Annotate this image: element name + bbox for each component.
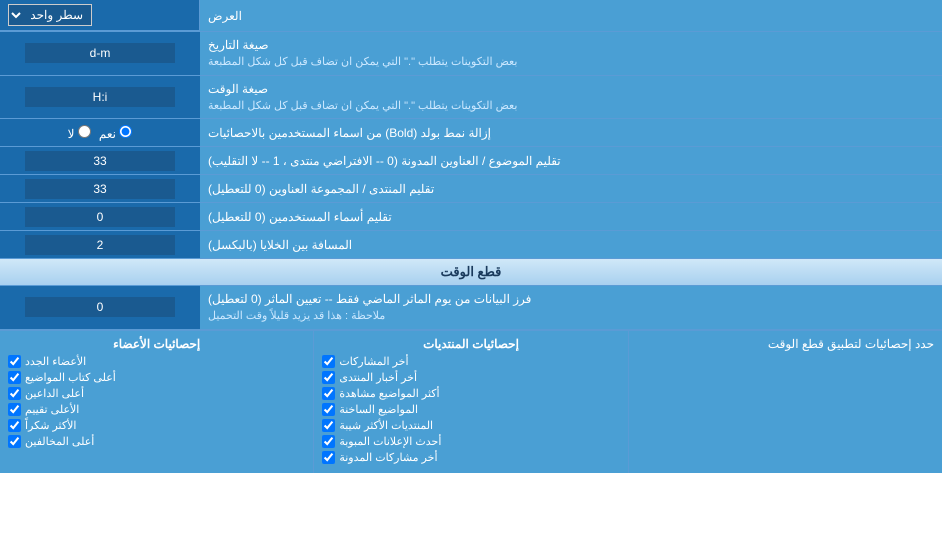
- dropdown-cell[interactable]: سطر واحدسطرانثلاثة أسطر: [0, 0, 200, 31]
- users-label: تقليم أسماء المستخدمين (0 للتعطيل): [200, 203, 942, 230]
- distance-label-text: المسافة بين الخلايا (بالبكسل): [208, 238, 352, 252]
- cutoff-label: فرز البيانات من يوم الماثر الماضي فقط --…: [200, 286, 942, 329]
- topics-label-text: تقليم الموضوع / العناوين المدونة (0 -- ا…: [208, 154, 561, 168]
- posts-header: إحصائيات المنتديات: [322, 337, 619, 351]
- bold-label: إزالة نمط بولد (Bold) من اسماء المستخدمي…: [200, 119, 942, 146]
- users-row: تقليم أسماء المستخدمين (0 للتعطيل): [0, 203, 942, 231]
- cutoff-input-cell: [0, 286, 200, 329]
- date-format-input-cell: [0, 32, 200, 75]
- checkbox-classifieds-input[interactable]: [322, 435, 335, 448]
- page-title: العرض: [208, 9, 242, 23]
- bold-row: إزالة نمط بولد (Bold) من اسماء المستخدمي…: [0, 119, 942, 147]
- stats-members-panel: إحصائيات الأعضاء الأعضاء الجدد أعلى كتاب…: [0, 331, 313, 473]
- time-format-subtitle: بعض التكوينات يتطلب "." التي يمكن ان تضا…: [208, 98, 517, 115]
- title-row: العرض سطر واحدسطرانثلاثة أسطر: [0, 0, 942, 32]
- date-format-row: صيغة التاريخ بعض التكوينات يتطلب "." الت…: [0, 32, 942, 76]
- checkbox-new-members-input[interactable]: [8, 355, 21, 368]
- stats-section: حدد إحصائيات لتطبيق قطع الوقت إحصائيات ا…: [0, 330, 942, 473]
- checkbox-hot-topics: المواضيع الساخنة: [322, 403, 619, 416]
- bold-radio-yes-label: نعم: [99, 125, 132, 141]
- cutoff-sublabel-text: ملاحظة : هذا قد يزيد قليلاً وقت التحميل: [208, 308, 385, 325]
- distance-row: المسافة بين الخلايا (بالبكسل): [0, 231, 942, 259]
- date-format-input[interactable]: [25, 43, 175, 63]
- forum-input[interactable]: [25, 179, 175, 199]
- bold-radio-yes[interactable]: [119, 125, 132, 138]
- time-format-label: صيغة الوقت بعض التكوينات يتطلب "." التي …: [200, 76, 942, 119]
- stats-posts-panel: إحصائيات المنتديات أخر المشاركات أخر أخب…: [313, 331, 628, 473]
- checkbox-top-rated: الأعلى تقييم: [8, 403, 305, 416]
- distance-input-cell: [0, 231, 200, 258]
- page-title-label: العرض: [200, 0, 942, 31]
- users-input[interactable]: [25, 207, 175, 227]
- checkbox-most-thanked: الأكثر شكراً: [8, 419, 305, 432]
- checkbox-top-violators-input[interactable]: [8, 435, 21, 448]
- checkbox-top-referrers-input[interactable]: [8, 387, 21, 400]
- checkbox-top-posters-input[interactable]: [8, 371, 21, 384]
- checkbox-top-violators: أعلى المخالفين: [8, 435, 305, 448]
- forum-row: تقليم المنتدى / المجموعة العناوين (0 للت…: [0, 175, 942, 203]
- checkbox-top-posters: أعلى كتاب المواضيع: [8, 371, 305, 384]
- distance-label: المسافة بين الخلايا (بالبكسل): [200, 231, 942, 258]
- users-input-cell: [0, 203, 200, 230]
- checkbox-blog-posts: أخر مشاركات المدونة: [322, 451, 619, 464]
- date-format-subtitle: بعض التكوينات يتطلب "." التي يمكن ان تضا…: [208, 54, 517, 71]
- users-label-text: تقليم أسماء المستخدمين (0 للتعطيل): [208, 210, 392, 224]
- checkbox-new-members: الأعضاء الجدد: [8, 355, 305, 368]
- stats-right-panel: حدد إحصائيات لتطبيق قطع الوقت: [629, 331, 942, 473]
- cutoff-section-header: قطع الوقت: [0, 259, 942, 286]
- bold-label-text: إزالة نمط بولد (Bold) من اسماء المستخدمي…: [208, 126, 491, 140]
- checkbox-top-referrers: أعلى الداعين: [8, 387, 305, 400]
- date-format-title: صيغة التاريخ: [208, 36, 269, 54]
- cutoff-section-title: قطع الوقت: [441, 264, 502, 279]
- time-format-row: صيغة الوقت بعض التكوينات يتطلب "." التي …: [0, 76, 942, 120]
- time-format-input-cell: [0, 76, 200, 119]
- topics-input-cell: [0, 147, 200, 174]
- bold-radio-cell: نعم لا: [0, 119, 200, 146]
- cutoff-row: فرز البيانات من يوم الماثر الماضي فقط --…: [0, 286, 942, 330]
- checkbox-blog-posts-input[interactable]: [322, 451, 335, 464]
- checkbox-forum-news: أخر أخبار المنتدى: [322, 371, 619, 384]
- checkbox-forum-news-input[interactable]: [322, 371, 335, 384]
- cutoff-input[interactable]: [25, 297, 175, 317]
- checkbox-most-thanked-input[interactable]: [8, 419, 21, 432]
- checkbox-most-viewed-input[interactable]: [322, 387, 335, 400]
- display-dropdown[interactable]: سطر واحدسطرانثلاثة أسطر: [8, 4, 92, 26]
- checkbox-last-posts: أخر المشاركات: [322, 355, 619, 368]
- checkbox-top-rated-input[interactable]: [8, 403, 21, 416]
- topics-input[interactable]: [25, 151, 175, 171]
- distance-input[interactable]: [25, 235, 175, 255]
- topics-row: تقليم الموضوع / العناوين المدونة (0 -- ا…: [0, 147, 942, 175]
- bold-radio-no[interactable]: [78, 125, 91, 138]
- checkbox-classifieds: أحدث الإعلانات المبوبة: [322, 435, 619, 448]
- forum-label-text: تقليم المنتدى / المجموعة العناوين (0 للت…: [208, 182, 434, 196]
- checkbox-most-popular-input[interactable]: [322, 419, 335, 432]
- topics-label: تقليم الموضوع / العناوين المدونة (0 -- ا…: [200, 147, 942, 174]
- forum-input-cell: [0, 175, 200, 202]
- main-container: العرض سطر واحدسطرانثلاثة أسطر صيغة التار…: [0, 0, 942, 473]
- checkbox-last-posts-input[interactable]: [322, 355, 335, 368]
- time-format-input[interactable]: [25, 87, 175, 107]
- members-header: إحصائيات الأعضاء: [8, 337, 305, 351]
- time-format-title: صيغة الوقت: [208, 80, 268, 98]
- checkbox-most-popular: المنتديات الأكثر شيبة: [322, 419, 619, 432]
- cutoff-label-text: فرز البيانات من يوم الماثر الماضي فقط --…: [208, 290, 531, 308]
- checkbox-hot-topics-input[interactable]: [322, 403, 335, 416]
- forum-label: تقليم المنتدى / المجموعة العناوين (0 للت…: [200, 175, 942, 202]
- date-format-label: صيغة التاريخ بعض التكوينات يتطلب "." الت…: [200, 32, 942, 75]
- bold-radio-no-label: لا: [68, 125, 91, 141]
- stats-right-label: حدد إحصائيات لتطبيق قطع الوقت: [637, 337, 934, 351]
- checkbox-most-viewed: أكثر المواضيع مشاهدة: [322, 387, 619, 400]
